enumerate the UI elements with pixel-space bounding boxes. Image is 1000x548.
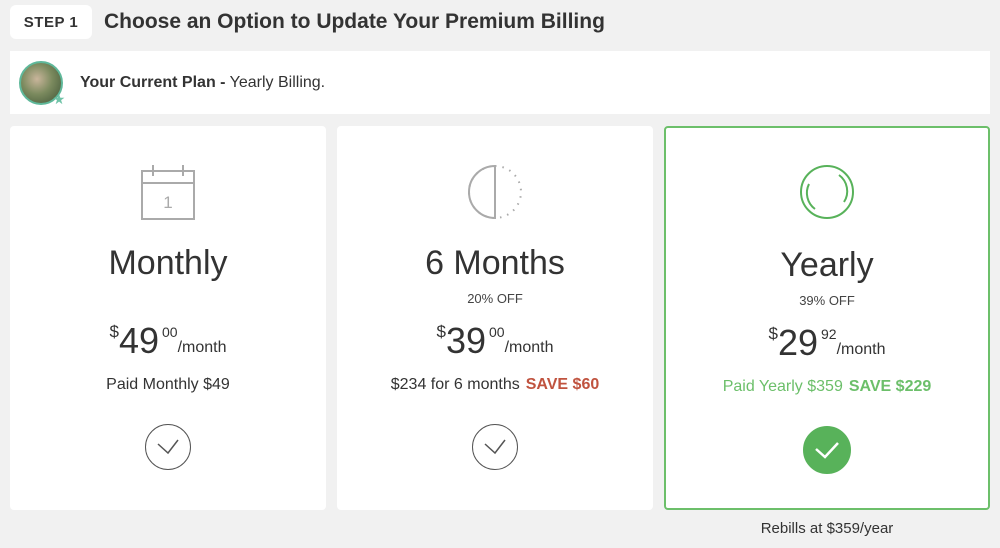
plan-name: Yearly xyxy=(780,246,874,284)
price-cents: 00 xyxy=(162,324,178,340)
select-6-months-button[interactable] xyxy=(472,424,518,470)
price-period: /month xyxy=(504,339,554,356)
plan-card-monthly[interactable]: 1 Monthly $ 49 00 /month Paid Monthly $4… xyxy=(10,126,326,510)
price-currency: $ xyxy=(436,322,446,341)
price-period: /month xyxy=(836,341,886,358)
price: $ 49 00 /month xyxy=(10,322,326,359)
page-title: Choose an Option to Update Your Premium … xyxy=(104,10,605,33)
discount-badge: 39% OFF xyxy=(799,293,855,308)
plan-card-6-months[interactable]: 6 Months 20% OFF $ 39 00 /month $234 for… xyxy=(337,126,653,510)
current-plan-label: Your Current Plan - xyxy=(80,73,226,91)
plan-name: 6 Months xyxy=(425,244,565,282)
checkmark-icon xyxy=(815,442,839,459)
checkmark-icon xyxy=(484,439,506,455)
price-currency: $ xyxy=(768,324,778,343)
price-currency: $ xyxy=(109,322,119,341)
full-circle-icon xyxy=(800,165,854,219)
current-plan-text: Your Current Plan - Yearly Billing. xyxy=(80,74,325,92)
select-monthly-button[interactable] xyxy=(145,424,191,470)
current-plan-value: Yearly Billing. xyxy=(229,73,326,91)
star-icon: ★ xyxy=(52,90,66,107)
paid-summary: $234 for 6 months xyxy=(390,376,520,393)
checkmark-icon xyxy=(157,439,179,455)
select-yearly-button[interactable] xyxy=(803,426,851,474)
plan-name: Monthly xyxy=(108,244,228,282)
calendar-icon: 1 xyxy=(141,165,195,220)
paid-summary: Paid Yearly $359 xyxy=(722,378,843,395)
paid-text: Paid Yearly $359 SAVE $229 xyxy=(666,378,988,396)
price-cents: 92 xyxy=(821,326,837,342)
calendar-day: 1 xyxy=(163,193,172,212)
step-header: STEP 1 Choose an Option to Update Your P… xyxy=(10,5,605,39)
paid-text: Paid Monthly $49 xyxy=(10,376,326,394)
price-amount: 39 xyxy=(445,320,486,361)
save-amount: SAVE $60 xyxy=(525,376,600,393)
paid-text: $234 for 6 months SAVE $60 xyxy=(337,376,653,394)
price-amount: 29 xyxy=(777,322,818,363)
avatar: ★ xyxy=(19,60,66,107)
current-plan-bar: ★ Your Current Plan - Yearly Billing. xyxy=(10,51,990,114)
half-circle-icon xyxy=(468,164,522,220)
price-amount: 49 xyxy=(118,320,159,361)
price: $ 39 00 /month xyxy=(337,322,653,359)
step-badge: STEP 1 xyxy=(10,5,92,39)
paid-summary: Paid Monthly $49 xyxy=(106,376,230,393)
plan-card-yearly[interactable]: Yearly 39% OFF $ 29 92 /month Paid Yearl… xyxy=(664,126,990,510)
price-period: /month xyxy=(177,339,227,356)
price-cents: 00 xyxy=(489,324,505,340)
price: $ 29 92 /month xyxy=(666,324,988,361)
discount-badge: 20% OFF xyxy=(467,291,523,306)
rebills-note: Rebills at $359/year xyxy=(760,520,894,537)
save-amount: SAVE $229 xyxy=(848,378,932,395)
